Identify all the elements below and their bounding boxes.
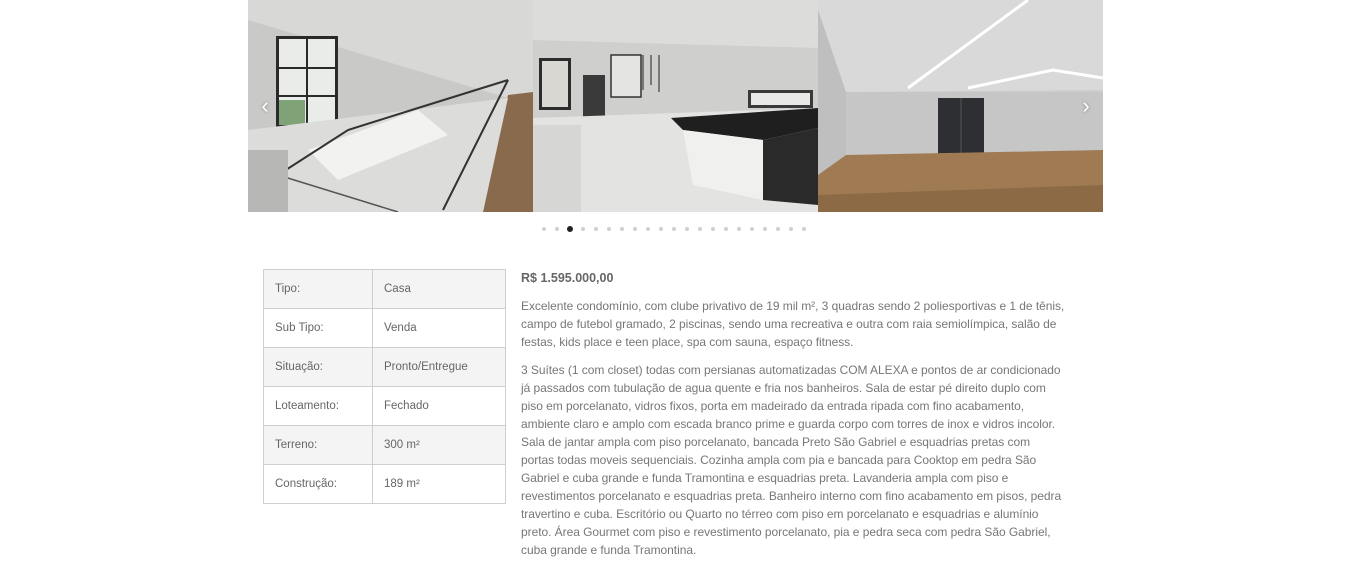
carousel-dot[interactable]	[788, 227, 793, 231]
spec-label: Situação:	[263, 347, 373, 387]
table-row: Construção: 189 m²	[263, 464, 506, 504]
carousel-dot[interactable]	[684, 227, 689, 231]
carousel-dot[interactable]	[580, 227, 585, 231]
carousel-dot[interactable]	[749, 227, 754, 231]
spec-label: Construção:	[263, 464, 373, 504]
table-row: Sub Tipo: Venda	[263, 308, 506, 348]
spec-value: Fechado	[372, 386, 506, 426]
carousel-next-button[interactable]: ›	[1076, 94, 1096, 118]
property-specs-table: Tipo: Casa Sub Tipo: Venda Situação: Pro…	[263, 269, 506, 504]
spec-label: Tipo:	[263, 269, 373, 309]
table-row: Terreno: 300 m²	[263, 425, 506, 465]
carousel-dot[interactable]	[566, 226, 573, 232]
carousel-dot[interactable]	[554, 227, 559, 231]
gallery-photo-3[interactable]	[818, 0, 1103, 212]
spec-label: Terreno:	[263, 425, 373, 465]
carousel-dot[interactable]	[658, 227, 663, 231]
carousel-dot[interactable]	[619, 227, 624, 231]
carousel-dot[interactable]	[775, 227, 780, 231]
living-room-photo	[818, 0, 1103, 212]
photo-carousel[interactable]	[248, 0, 1103, 212]
carousel-dot[interactable]	[762, 227, 767, 231]
spec-value: 189 m²	[372, 464, 506, 504]
carousel-dot[interactable]	[541, 227, 546, 231]
carousel-dot[interactable]	[723, 227, 728, 231]
carousel-dot[interactable]	[671, 227, 676, 231]
property-description-features: 3 Suítes (1 com closet) todas com persia…	[521, 363, 1062, 557]
carousel-dot[interactable]	[697, 227, 702, 231]
carousel-dot[interactable]	[593, 227, 598, 231]
property-price: R$ 1.595.000,00	[521, 271, 614, 285]
carousel-dot[interactable]	[736, 227, 741, 231]
carousel-dot[interactable]	[632, 227, 637, 231]
spec-label: Loteamento:	[263, 386, 373, 426]
spec-value: Casa	[372, 269, 506, 309]
gallery-photo-2[interactable]	[533, 0, 818, 212]
gallery-photo-1[interactable]	[248, 0, 533, 212]
property-details: R$ 1.595.000,00 Excelente condomínio, co…	[521, 269, 1066, 559]
carousel-dot[interactable]	[645, 227, 650, 231]
carousel-dot[interactable]	[710, 227, 715, 231]
carousel-pagination	[537, 226, 810, 232]
spec-label: Sub Tipo:	[263, 308, 373, 348]
carousel-dot[interactable]	[801, 227, 806, 231]
spec-value: 300 m²	[372, 425, 506, 465]
property-description-amenities: Excelente condomínio, com clube privativ…	[521, 299, 1065, 349]
table-row: Tipo: Casa	[263, 269, 506, 309]
kitchen-photo	[533, 0, 818, 212]
spec-value: Pronto/Entregue	[372, 347, 506, 387]
carousel-prev-button[interactable]: ‹	[255, 94, 275, 118]
table-row: Loteamento: Fechado	[263, 386, 506, 426]
mezzanine-photo	[248, 0, 533, 212]
spec-value: Venda	[372, 308, 506, 348]
table-row: Situação: Pronto/Entregue	[263, 347, 506, 387]
carousel-dot[interactable]	[606, 227, 611, 231]
